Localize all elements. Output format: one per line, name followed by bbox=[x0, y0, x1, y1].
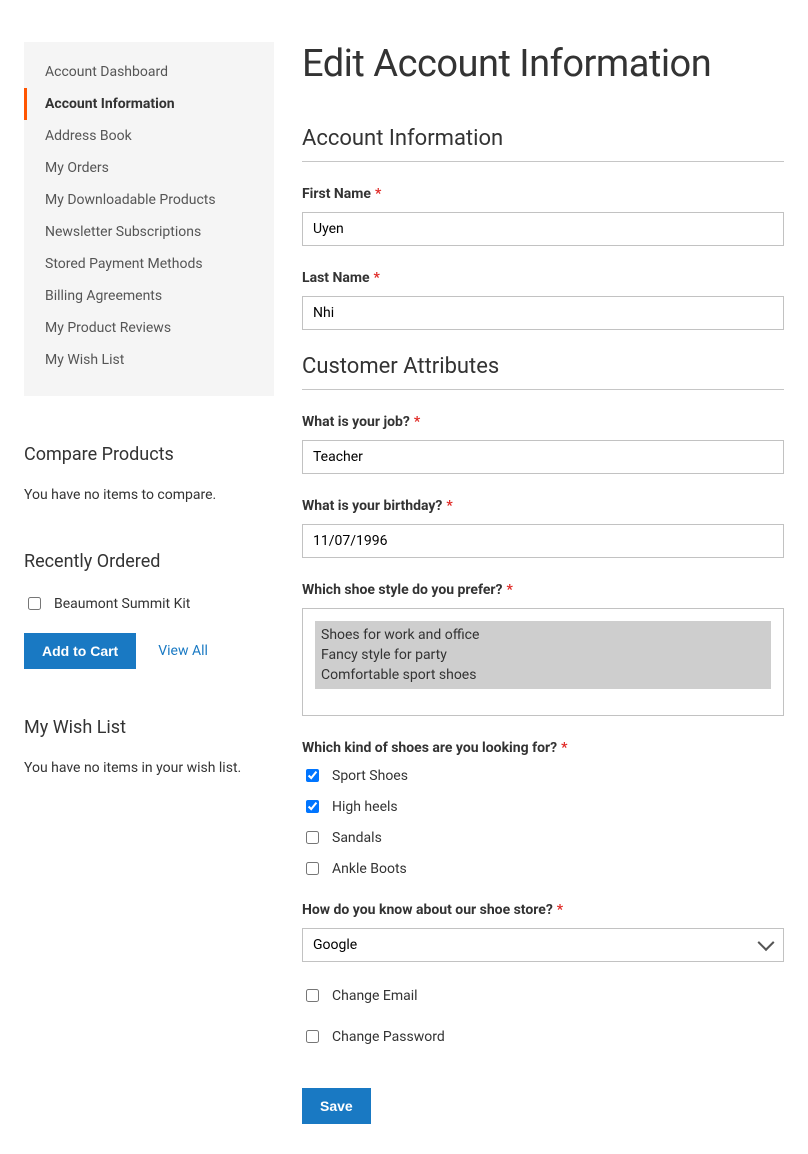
required-mark: * bbox=[374, 270, 380, 286]
wishlist-block: My Wish List You have no items in your w… bbox=[24, 717, 274, 776]
reorder-item-row: Beaumont Summit Kit bbox=[24, 594, 274, 613]
last-name-label: Last Name* bbox=[302, 270, 784, 286]
shoe-kind-label: Which kind of shoes are you looking for?… bbox=[302, 740, 784, 756]
shoe-style-option[interactable]: Comfortable sport shoes bbox=[321, 665, 765, 685]
account-nav: Account Dashboard Account Information Ad… bbox=[24, 42, 274, 396]
compare-block: Compare Products You have no items to co… bbox=[24, 444, 274, 503]
shoe-kind-option-label: Sport Shoes bbox=[332, 768, 408, 784]
main-content: Edit Account Information Account Informa… bbox=[302, 42, 784, 1124]
nav-billing-agreements[interactable]: Billing Agreements bbox=[24, 280, 274, 312]
compare-title: Compare Products bbox=[24, 444, 274, 465]
reorder-item-checkbox[interactable] bbox=[28, 597, 41, 610]
nav-address-book[interactable]: Address Book bbox=[24, 120, 274, 152]
nav-downloadable-products[interactable]: My Downloadable Products bbox=[24, 184, 274, 216]
shoe-style-multiselect[interactable]: Shoes for work and office Fancy style fo… bbox=[302, 608, 784, 716]
shoe-kind-checkbox-heels[interactable] bbox=[306, 800, 319, 813]
shoe-kind-checkbox-sandals[interactable] bbox=[306, 831, 319, 844]
recently-ordered-title: Recently Ordered bbox=[24, 551, 274, 572]
nav-newsletter-subscriptions[interactable]: Newsletter Subscriptions bbox=[24, 216, 274, 248]
required-mark: * bbox=[375, 186, 381, 202]
required-mark: * bbox=[414, 414, 420, 430]
nav-my-orders[interactable]: My Orders bbox=[24, 152, 274, 184]
shoe-kind-option-label: High heels bbox=[332, 799, 398, 815]
customer-attributes-section-title: Customer Attributes bbox=[302, 354, 784, 390]
required-mark: * bbox=[557, 902, 563, 918]
sidebar: Account Dashboard Account Information Ad… bbox=[24, 42, 274, 1124]
source-label: How do you know about our shoe store?* bbox=[302, 902, 784, 918]
save-button[interactable]: Save bbox=[302, 1088, 371, 1124]
shoe-kind-checkbox-ankle-boots[interactable] bbox=[306, 862, 319, 875]
birthday-input[interactable] bbox=[302, 524, 784, 558]
shoe-kind-checkbox-sport[interactable] bbox=[306, 769, 319, 782]
shoe-style-label: Which shoe style do you prefer?* bbox=[302, 582, 784, 598]
shoe-style-option[interactable]: Fancy style for party bbox=[321, 645, 765, 665]
page-title: Edit Account Information bbox=[302, 42, 784, 86]
view-all-link[interactable]: View All bbox=[158, 643, 208, 659]
nav-account-dashboard[interactable]: Account Dashboard bbox=[24, 56, 274, 88]
nav-stored-payment-methods[interactable]: Stored Payment Methods bbox=[24, 248, 274, 280]
job-label: What is your job?* bbox=[302, 414, 784, 430]
source-select[interactable] bbox=[302, 928, 784, 962]
last-name-input[interactable] bbox=[302, 296, 784, 330]
shoe-style-option[interactable]: Shoes for work and office bbox=[321, 625, 765, 645]
first-name-label: First Name* bbox=[302, 186, 784, 202]
birthday-label: What is your birthday?* bbox=[302, 498, 784, 514]
shoe-kind-option-label: Ankle Boots bbox=[332, 861, 407, 877]
wishlist-title: My Wish List bbox=[24, 717, 274, 738]
change-password-checkbox[interactable] bbox=[306, 1030, 319, 1043]
change-email-label: Change Email bbox=[332, 988, 418, 1004]
add-to-cart-button[interactable]: Add to Cart bbox=[24, 633, 136, 669]
wishlist-empty-text: You have no items in your wish list. bbox=[24, 760, 274, 776]
required-mark: * bbox=[561, 740, 567, 756]
account-info-section-title: Account Information bbox=[302, 126, 784, 162]
first-name-input[interactable] bbox=[302, 212, 784, 246]
reorder-item-name: Beaumont Summit Kit bbox=[54, 596, 190, 612]
nav-wish-list[interactable]: My Wish List bbox=[24, 344, 274, 376]
required-mark: * bbox=[506, 582, 512, 598]
compare-empty-text: You have no items to compare. bbox=[24, 487, 274, 503]
nav-product-reviews[interactable]: My Product Reviews bbox=[24, 312, 274, 344]
job-input[interactable] bbox=[302, 440, 784, 474]
required-mark: * bbox=[446, 498, 452, 514]
recently-ordered-block: Recently Ordered Beaumont Summit Kit Add… bbox=[24, 551, 274, 669]
change-password-label: Change Password bbox=[332, 1029, 445, 1045]
nav-account-information[interactable]: Account Information bbox=[24, 88, 274, 120]
change-email-checkbox[interactable] bbox=[306, 989, 319, 1002]
shoe-kind-option-label: Sandals bbox=[332, 830, 382, 846]
